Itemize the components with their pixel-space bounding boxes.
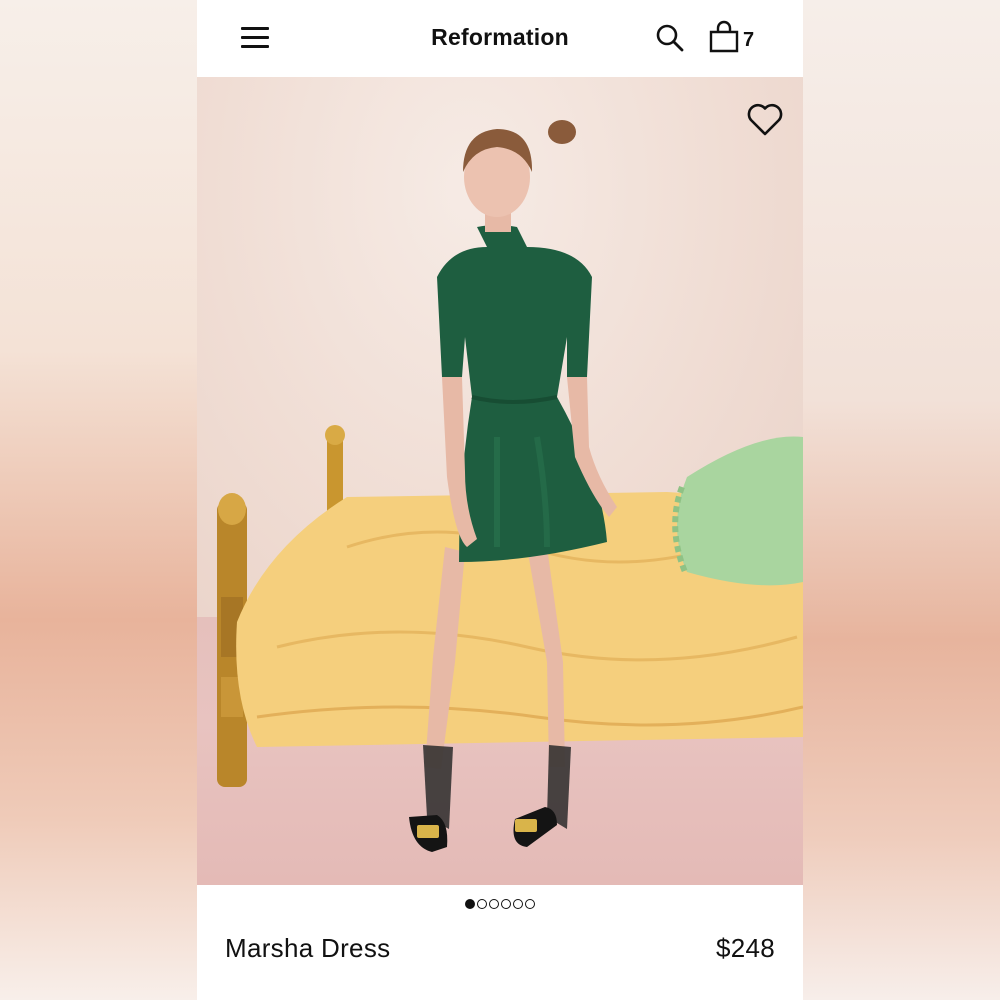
product-image[interactable] xyxy=(197,77,803,885)
heart-icon[interactable] xyxy=(745,99,785,139)
product-photo-illustration xyxy=(217,120,803,852)
pagination-dot[interactable] xyxy=(465,898,475,909)
pagination-dot[interactable] xyxy=(513,898,523,909)
product-price: $248 xyxy=(715,933,775,963)
product-name: Marsha Dress xyxy=(225,933,391,963)
phone-screen: Reformation 7 Marsha Dress $248 xyxy=(197,0,803,1000)
cart-count-badge: 7 xyxy=(743,29,755,51)
blurred-backdrop-right xyxy=(803,0,1000,1000)
pagination-dot[interactable] xyxy=(525,898,535,909)
blurred-backdrop-left xyxy=(0,0,197,1000)
pillow xyxy=(677,436,803,586)
image-pagination xyxy=(197,895,803,911)
top-nav-bar: Reformation 7 xyxy=(197,0,803,77)
pagination-dot[interactable] xyxy=(489,898,499,909)
search-icon[interactable] xyxy=(654,22,686,54)
cart-button[interactable]: 7 xyxy=(709,20,761,56)
pagination-dot[interactable] xyxy=(501,898,511,909)
shopping-bag-icon xyxy=(709,20,739,53)
pagination-dot[interactable] xyxy=(477,898,487,909)
